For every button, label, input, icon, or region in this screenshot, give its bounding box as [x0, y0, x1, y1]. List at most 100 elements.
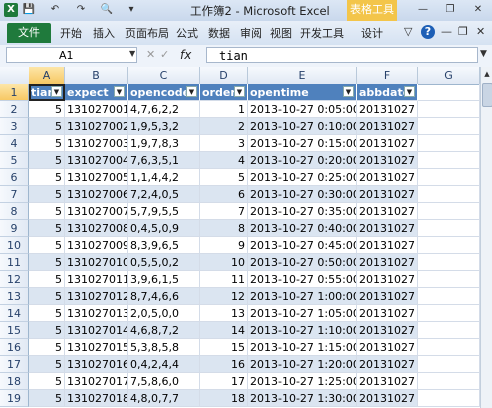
table-cell-col-f[interactable]: 20131027	[357, 271, 418, 288]
table-cell-col-c[interactable]: 2,0,5,0,0	[128, 305, 200, 322]
table-cell-col-e[interactable]: 2013-10-27 0:15:00	[248, 135, 357, 152]
table-cell-col-b[interactable]: 131027004	[65, 152, 128, 169]
tab-review[interactable]: 审阅	[240, 25, 262, 41]
table-cell-col-d[interactable]: 10	[200, 254, 248, 271]
table-cell-col-a[interactable]: 5	[29, 152, 65, 169]
table-cell-col-d[interactable]: 9	[200, 237, 248, 254]
table-cell-col-a[interactable]: 5	[29, 390, 65, 407]
table-cell-col-e[interactable]: 2013-10-27 0:50:00	[248, 254, 357, 271]
empty-cell[interactable]	[418, 390, 480, 407]
filter-dropdown-icon[interactable]: ▼	[234, 86, 245, 97]
table-header-cell[interactable]: opencode ▼	[128, 84, 200, 101]
table-cell-col-a[interactable]: 5	[29, 220, 65, 237]
empty-cell[interactable]	[418, 135, 480, 152]
table-cell-col-e[interactable]: 2013-10-27 0:40:00	[248, 220, 357, 237]
row-header[interactable]: 7	[0, 186, 29, 203]
table-cell-col-b[interactable]: 131027011	[65, 271, 128, 288]
table-cell-col-f[interactable]: 20131027	[357, 288, 418, 305]
row-header[interactable]: 1	[0, 84, 29, 101]
row-header[interactable]: 11	[0, 254, 29, 271]
table-cell-col-c[interactable]: 4,6,8,7,2	[128, 322, 200, 339]
table-cell-col-a[interactable]: 5	[29, 237, 65, 254]
row-header[interactable]: 3	[0, 118, 29, 135]
table-cell-col-b[interactable]: 131027008	[65, 220, 128, 237]
table-cell-col-c[interactable]: 7,5,8,6,0	[128, 373, 200, 390]
empty-cell[interactable]	[418, 254, 480, 271]
table-cell-col-b[interactable]: 131027009	[65, 237, 128, 254]
row-header[interactable]: 18	[0, 373, 29, 390]
table-cell-col-c[interactable]: 1,1,4,4,2	[128, 169, 200, 186]
empty-cell[interactable]	[418, 288, 480, 305]
table-cell-col-d[interactable]: 14	[200, 322, 248, 339]
table-cell-col-b[interactable]: 131027005	[65, 169, 128, 186]
column-header-e[interactable]: E	[248, 67, 357, 84]
row-header[interactable]: 16	[0, 339, 29, 356]
table-cell-col-d[interactable]: 12	[200, 288, 248, 305]
table-cell-col-a[interactable]: 5	[29, 305, 65, 322]
table-cell-col-a[interactable]: 5	[29, 288, 65, 305]
empty-cell[interactable]	[418, 101, 480, 118]
table-cell-col-c[interactable]: 7,6,3,5,1	[128, 152, 200, 169]
table-cell-col-f[interactable]: 20131027	[357, 186, 418, 203]
table-cell-col-b[interactable]: 131027014	[65, 322, 128, 339]
table-cell-col-e[interactable]: 2013-10-27 1:20:00	[248, 356, 357, 373]
table-cell-col-b[interactable]: 131027003	[65, 135, 128, 152]
scroll-thumb[interactable]	[482, 83, 492, 107]
table-cell-col-b[interactable]: 131027013	[65, 305, 128, 322]
table-cell-col-f[interactable]: 20131027	[357, 118, 418, 135]
table-cell-col-a[interactable]: 5	[29, 254, 65, 271]
table-cell-col-a[interactable]: 5	[29, 271, 65, 288]
empty-cell[interactable]	[418, 152, 480, 169]
table-cell-col-d[interactable]: 13	[200, 305, 248, 322]
table-cell-col-d[interactable]: 4	[200, 152, 248, 169]
table-cell-col-f[interactable]: 20131027	[357, 152, 418, 169]
table-cell-col-d[interactable]: 7	[200, 203, 248, 220]
empty-cell[interactable]	[418, 203, 480, 220]
table-cell-col-a[interactable]: 5	[29, 118, 65, 135]
row-header[interactable]: 8	[0, 203, 29, 220]
table-cell-col-d[interactable]: 2	[200, 118, 248, 135]
empty-cell[interactable]	[418, 305, 480, 322]
table-cell-col-c[interactable]: 1,9,5,3,2	[128, 118, 200, 135]
row-header[interactable]: 9	[0, 220, 29, 237]
row-header[interactable]: 5	[0, 152, 29, 169]
table-cell-col-b[interactable]: 131027017	[65, 373, 128, 390]
name-box[interactable]: A1	[6, 47, 137, 63]
table-cell-col-e[interactable]: 2013-10-27 0:20:00	[248, 152, 357, 169]
table-cell-col-e[interactable]: 2013-10-27 1:10:00	[248, 322, 357, 339]
insert-function-icon[interactable]: fx	[180, 48, 191, 62]
undo-icon[interactable]: ↶	[48, 3, 62, 17]
select-all-corner[interactable]	[0, 67, 30, 84]
row-header[interactable]: 13	[0, 288, 29, 305]
table-header-cell[interactable]: order ▼	[200, 84, 248, 101]
empty-cell[interactable]	[418, 322, 480, 339]
table-cell-col-c[interactable]: 5,7,9,5,5	[128, 203, 200, 220]
table-cell-col-c[interactable]: 0,4,5,0,9	[128, 220, 200, 237]
table-cell-col-e[interactable]: 2013-10-27 0:25:00	[248, 169, 357, 186]
table-cell-col-d[interactable]: 11	[200, 271, 248, 288]
table-cell-col-f[interactable]: 20131027	[357, 237, 418, 254]
empty-cell[interactable]	[418, 356, 480, 373]
column-header-g[interactable]: G	[418, 67, 480, 84]
table-cell-col-f[interactable]: 20131027	[357, 356, 418, 373]
table-cell-col-f[interactable]: 20131027	[357, 169, 418, 186]
table-cell-col-e[interactable]: 2013-10-27 0:45:00	[248, 237, 357, 254]
table-cell-col-d[interactable]: 17	[200, 373, 248, 390]
table-cell-col-e[interactable]: 2013-10-27 1:00:00	[248, 288, 357, 305]
vertical-scrollbar[interactable]: ▲	[480, 67, 492, 408]
tab-home[interactable]: 开始	[60, 25, 82, 41]
table-cell-col-a[interactable]: 5	[29, 322, 65, 339]
tab-design[interactable]: 设计	[361, 25, 383, 41]
column-header-b[interactable]: B	[65, 67, 128, 84]
table-cell-col-b[interactable]: 131027010	[65, 254, 128, 271]
tab-file[interactable]: 文件	[7, 23, 51, 43]
table-cell-col-e[interactable]: 2013-10-27 1:25:00	[248, 373, 357, 390]
table-cell-col-c[interactable]: 5,3,8,5,8	[128, 339, 200, 356]
row-header[interactable]: 17	[0, 356, 29, 373]
table-cell-col-f[interactable]: 20131027	[357, 305, 418, 322]
table-cell-col-f[interactable]: 20131027	[357, 322, 418, 339]
ribbon-minimize-icon[interactable]: ▽	[404, 25, 412, 38]
table-header-cell[interactable]: tian ▼	[29, 84, 65, 101]
table-cell-col-b[interactable]: 131027015	[65, 339, 128, 356]
filter-dropdown-icon[interactable]: ▼	[343, 86, 354, 97]
